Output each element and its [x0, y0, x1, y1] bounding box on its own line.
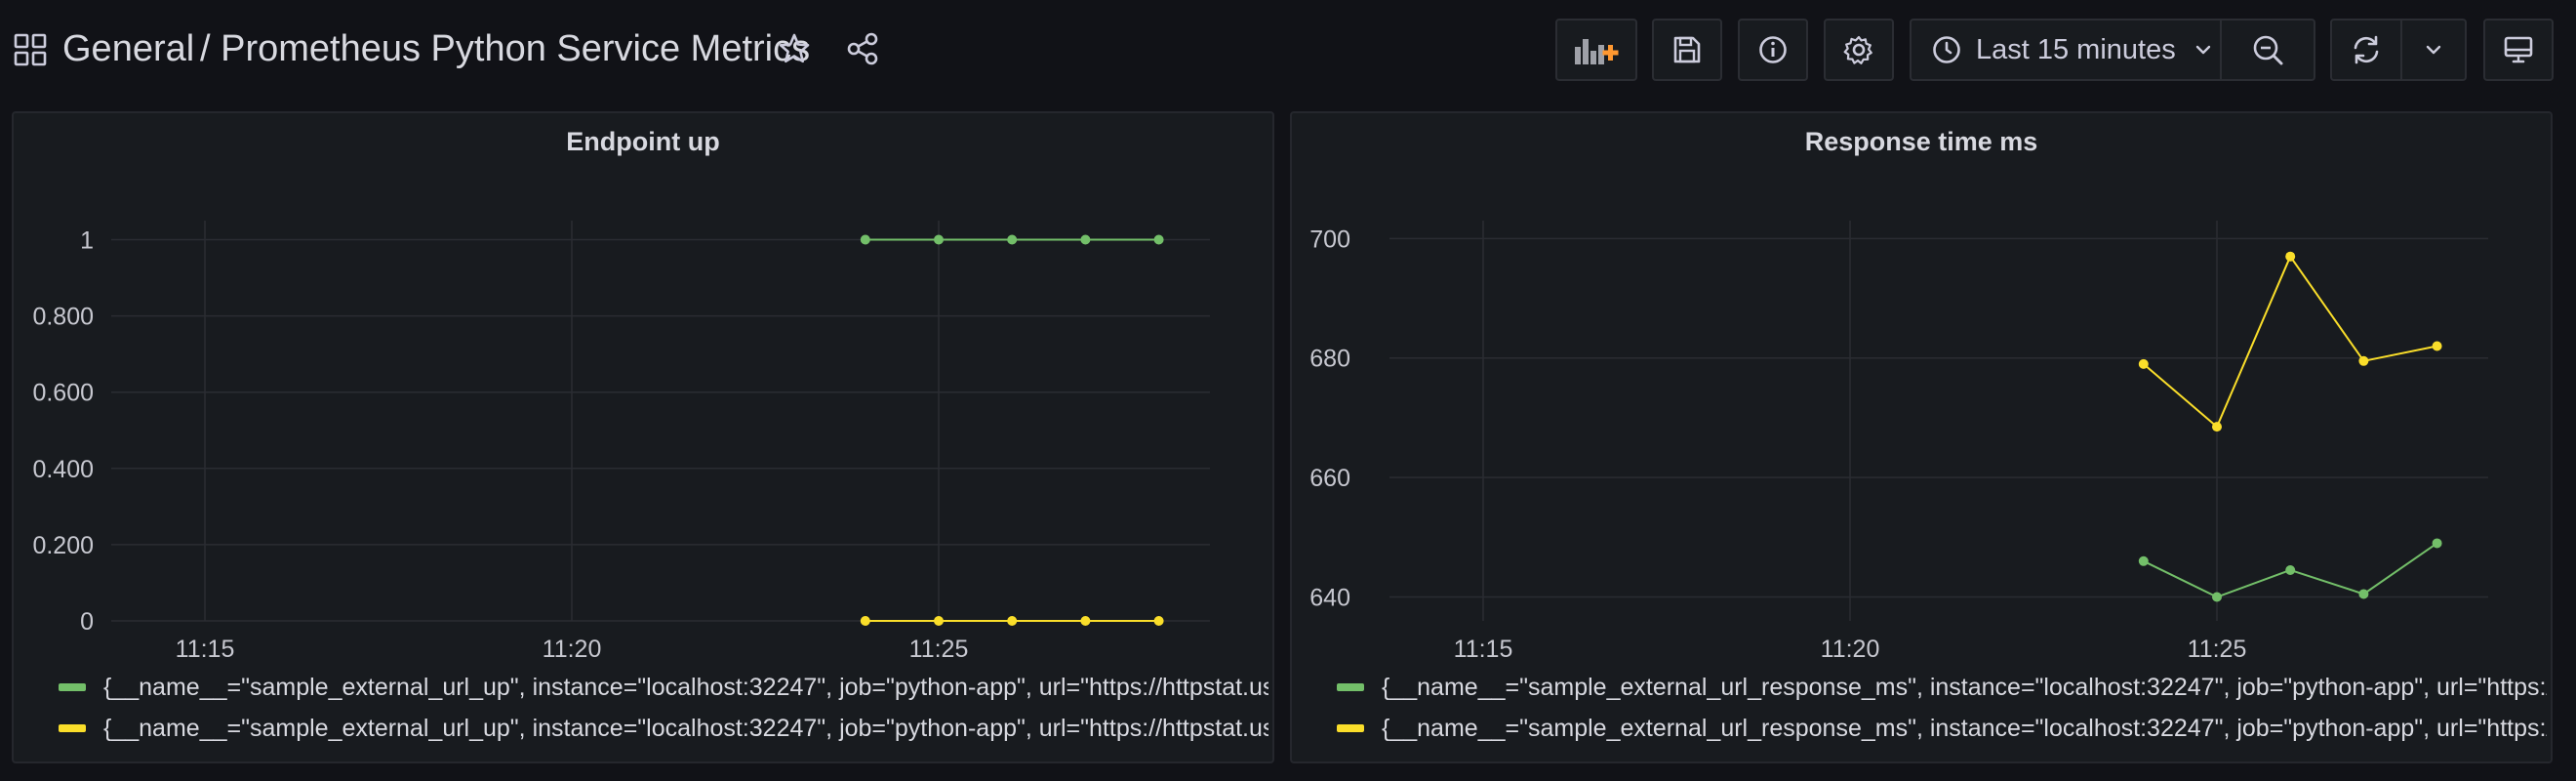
x-tick-label: 11:20	[1821, 636, 1880, 663]
breadcrumb-folder[interactable]: General	[62, 23, 194, 74]
legend-label: {__name__="sample_external_url_up", inst…	[103, 673, 1268, 701]
y-tick-label: 660	[1309, 465, 1350, 492]
panel-endpoint-up[interactable]: Endpoint up 11:15 11:20 11:25 0 0.200 0.400 0.…	[12, 111, 1274, 763]
time-range-label: Last 15 minutes	[1976, 33, 2176, 65]
refresh-button[interactable]	[2330, 19, 2402, 81]
info-icon	[1759, 36, 1787, 63]
data-point	[1080, 616, 1091, 626]
data-point	[2432, 538, 2442, 549]
legend-item[interactable]: {__name__="sample_external_url_response_…	[1337, 668, 2547, 707]
y-tick-label: 0.400	[32, 456, 94, 483]
chevron-down-icon	[2426, 45, 2441, 55]
legend-color-swatch	[59, 724, 86, 732]
data-point	[860, 234, 870, 245]
y-tick-label: 700	[1309, 226, 1350, 253]
data-point	[934, 616, 944, 626]
data-point	[2432, 341, 2442, 351]
data-point	[2358, 355, 2369, 366]
chevron-down-icon	[2195, 45, 2210, 55]
clock-icon	[1933, 36, 1960, 63]
add-panel-button[interactable]	[1555, 19, 1637, 81]
y-tick-label: 0	[80, 608, 94, 636]
data-point	[1007, 234, 1018, 245]
data-point	[1153, 616, 1164, 626]
data-point	[2285, 251, 2296, 262]
add-panel-icon	[1575, 39, 1619, 64]
data-point	[2212, 422, 2222, 432]
y-tick-label: 640	[1309, 585, 1350, 612]
star-icon[interactable]	[777, 31, 812, 66]
legend-label: {__name__="sample_external_url_response_…	[1382, 673, 2547, 701]
data-point	[2138, 555, 2149, 566]
dashboard-title[interactable]: / Prometheus Python Service Metrics	[200, 23, 810, 74]
time-range-picker[interactable]: Last 15 minutes	[1910, 19, 2222, 81]
data-point	[2358, 589, 2369, 599]
y-tick-label: 0.600	[32, 380, 94, 407]
dashboard-settings-button[interactable]	[1824, 19, 1894, 81]
legend-item[interactable]: {__name__="sample_external_url_up", inst…	[59, 709, 1268, 748]
panel-response-time[interactable]: Response time ms 11:15 11:20 11:25 640 660 68…	[1290, 111, 2553, 763]
grid-icon[interactable]	[14, 33, 47, 66]
y-tick-label: 0.800	[32, 304, 94, 331]
legend-color-swatch	[1337, 683, 1364, 691]
legend-label: {__name__="sample_external_url_up", inst…	[103, 714, 1268, 742]
dashboard-info-button[interactable]	[1738, 19, 1808, 81]
x-tick-label: 11:25	[909, 636, 969, 663]
refresh-interval-dropdown[interactable]	[2400, 19, 2467, 81]
dashboard-header: General / Prometheus Python Service Metr…	[0, 0, 2576, 102]
y-tick-label: 680	[1309, 346, 1350, 373]
data-point	[1153, 234, 1164, 245]
y-tick-label: 1	[80, 227, 94, 255]
legend-item[interactable]: {__name__="sample_external_url_up", inst…	[59, 668, 1268, 707]
data-point	[934, 234, 944, 245]
refresh-icon	[2354, 35, 2379, 64]
legend-label: {__name__="sample_external_url_response_…	[1382, 714, 2547, 742]
data-point	[860, 616, 870, 626]
legend-color-swatch	[59, 683, 86, 691]
legend-item[interactable]: {__name__="sample_external_url_response_…	[1337, 709, 2547, 748]
x-tick-label: 11:15	[1454, 636, 1513, 663]
x-tick-label: 11:25	[2188, 636, 2247, 663]
data-point	[1007, 616, 1018, 626]
data-point	[2212, 592, 2222, 602]
data-point	[1080, 234, 1091, 245]
zoom-out-icon	[2253, 35, 2283, 65]
share-icon[interactable]	[845, 31, 880, 66]
save-dashboard-button[interactable]	[1652, 19, 1722, 81]
legend-color-swatch	[1337, 724, 1364, 732]
gear-icon	[1843, 35, 1872, 64]
series-line	[2143, 254, 2437, 429]
x-tick-label: 11:15	[176, 636, 235, 663]
zoom-out-button[interactable]	[2220, 19, 2315, 81]
x-tick-label: 11:20	[543, 636, 602, 663]
data-point	[2138, 358, 2149, 369]
monitor-icon	[2504, 36, 2533, 63]
tv-mode-button[interactable]	[2483, 19, 2554, 81]
y-tick-label: 0.200	[32, 532, 94, 559]
save-icon	[1673, 36, 1701, 63]
data-point	[2285, 564, 2296, 575]
